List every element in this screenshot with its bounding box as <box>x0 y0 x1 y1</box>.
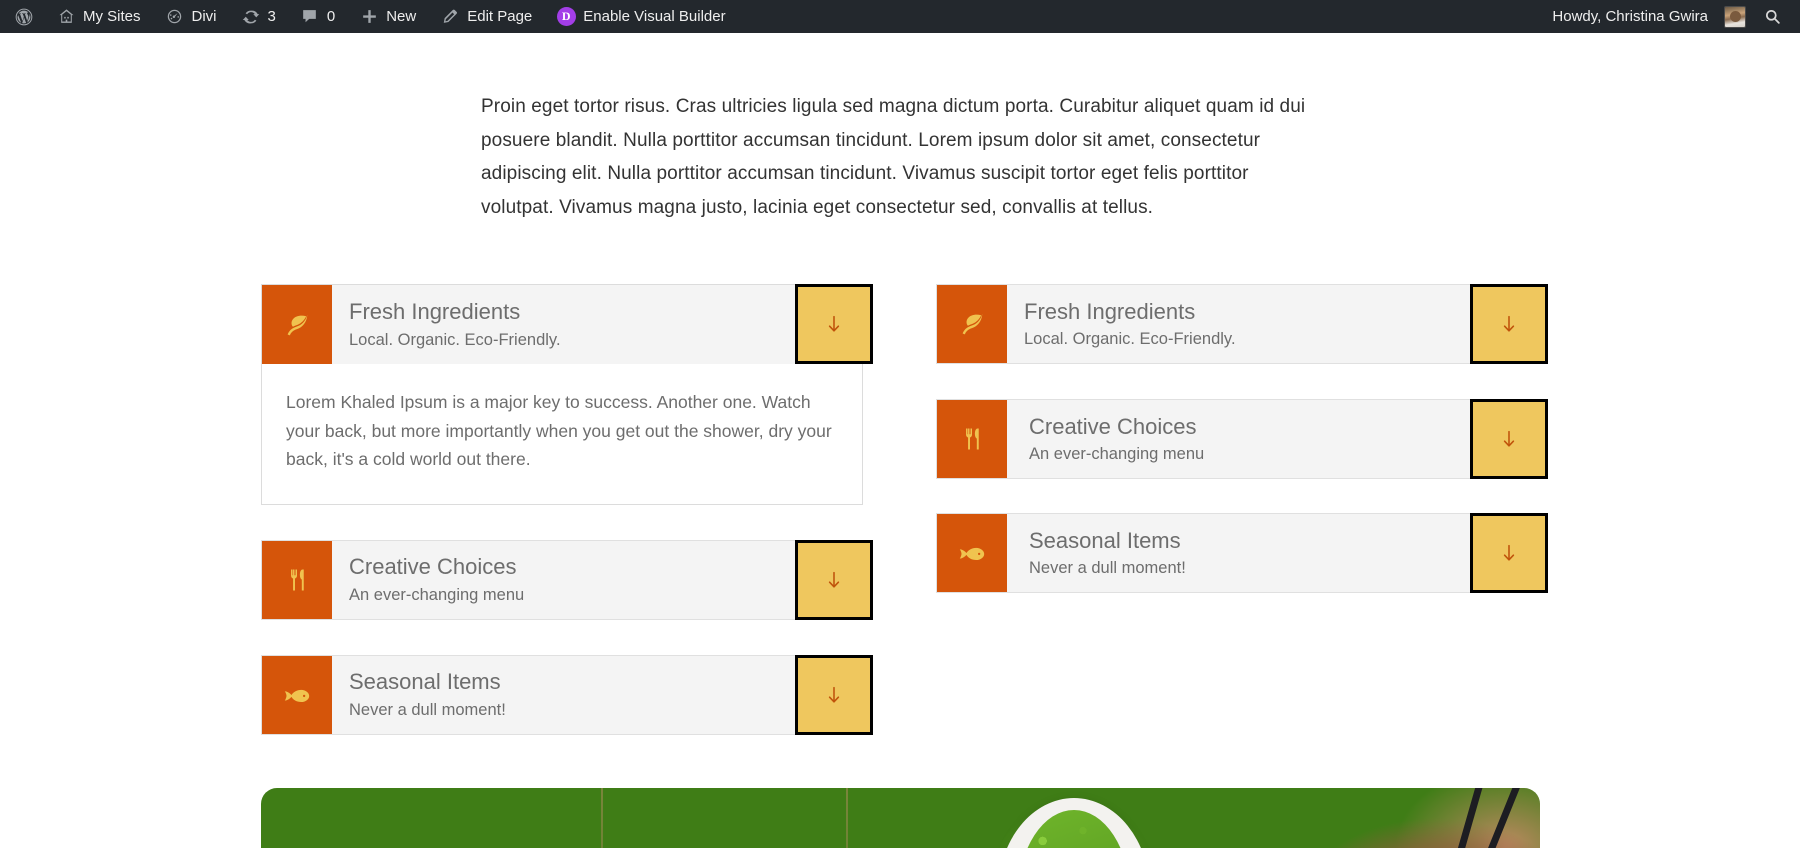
fork-knife-icon <box>262 540 332 619</box>
toggle-title: Seasonal Items <box>349 669 501 695</box>
updates-icon <box>241 7 261 27</box>
toggle-module-creative-choices-left: Creative Choices An ever-changing menu <box>261 539 873 620</box>
divi-d-badge-icon: D <box>556 7 576 27</box>
arrow-down-icon <box>823 684 845 706</box>
toggle-title: Creative Choices <box>349 554 517 580</box>
toggle-title-block: Creative Choices An ever-changing menu <box>1007 400 1537 478</box>
toggle-body-text: Lorem Khaled Ipsum is a major key to suc… <box>286 392 832 469</box>
toggle-title: Fresh Ingredients <box>1024 298 1196 324</box>
admin-bar-item-divi[interactable]: Divi <box>153 0 229 33</box>
plus-icon <box>359 7 379 27</box>
toggle-title: Creative Choices <box>1029 413 1197 439</box>
photo-detail-crack-left <box>601 788 603 848</box>
admin-bar-left-group: My Sites Divi 3 0 New Edit Page D Enable… <box>6 0 738 33</box>
admin-bar-item-comments[interactable]: 0 <box>288 0 347 33</box>
wordpress-logo-menu[interactable] <box>6 0 44 33</box>
admin-bar-updates-count: 3 <box>267 8 276 25</box>
admin-bar-label-edit-page: Edit Page <box>467 8 533 25</box>
intro-paragraph: Proin eget tortor risus. Cras ultricies … <box>481 96 1306 218</box>
wordpress-logo-icon <box>14 7 34 27</box>
toggle-title-block: Creative Choices An ever-changing menu <box>332 541 862 619</box>
divi-badge-letter: D <box>556 7 576 26</box>
toggle-subtitle: Never a dull moment! <box>349 700 506 719</box>
admin-bar-label-my-sites: My Sites <box>83 8 141 25</box>
toggle-module-seasonal-items-right: Seasonal Items Never a dull moment! <box>936 513 1548 593</box>
search-icon <box>1762 7 1782 27</box>
toggle-arrow-button[interactable] <box>1470 513 1548 593</box>
toggle-subtitle: An ever-changing menu <box>1029 445 1205 464</box>
arrow-down-icon <box>1498 313 1520 335</box>
pencil-icon <box>440 7 460 27</box>
leaf-icon <box>937 285 1007 363</box>
admin-bar-item-edit-page[interactable]: Edit Page <box>428 0 544 33</box>
toggle-title-block: Seasonal Items Never a dull moment! <box>332 656 862 734</box>
toggle-header[interactable]: Creative Choices An ever-changing menu <box>262 539 873 620</box>
admin-bar-my-account[interactable]: Howdy, Christina Gwira <box>1540 0 1752 33</box>
admin-bar-search-button[interactable] <box>1752 0 1796 33</box>
admin-bar-label-new: New <box>386 8 417 25</box>
sites-icon <box>56 7 76 27</box>
toggle-arrow-button[interactable] <box>795 284 873 364</box>
toggles-column-right: Fresh Ingredients Local. Organic. Eco-Fr… <box>936 284 1548 628</box>
toggle-title: Seasonal Items <box>1029 527 1181 553</box>
toggle-header[interactable]: Creative Choices An ever-changing menu <box>937 399 1548 479</box>
admin-bar-item-new[interactable]: New <box>347 0 428 33</box>
admin-bar-item-enable-visual-builder[interactable]: D Enable Visual Builder <box>544 0 737 33</box>
toggle-module-fresh-ingredients-left: Fresh Ingredients Local. Organic. Eco-Fr… <box>261 284 873 505</box>
arrow-down-icon <box>1498 542 1520 564</box>
toggle-header[interactable]: Seasonal Items Never a dull moment! <box>937 513 1548 593</box>
toggle-arrow-button[interactable] <box>1470 284 1548 364</box>
toggle-module-fresh-ingredients-right: Fresh Ingredients Local. Organic. Eco-Fr… <box>936 284 1548 364</box>
toggles-column-left: Fresh Ingredients Local. Organic. Eco-Fr… <box>261 284 873 770</box>
wp-admin-bar: My Sites Divi 3 0 New Edit Page D Enable… <box>0 0 1800 33</box>
toggle-title-block: Fresh Ingredients Local. Organic. Eco-Fr… <box>332 285 862 364</box>
photo-detail-crack-right <box>846 788 848 848</box>
food-preparation-photo <box>261 788 1540 848</box>
fish-icon <box>262 655 332 734</box>
arrow-down-icon <box>823 313 845 335</box>
fork-knife-icon <box>937 400 1007 478</box>
admin-bar-right-group: Howdy, Christina Gwira <box>1540 0 1800 33</box>
toggle-header[interactable]: Fresh Ingredients Local. Organic. Eco-Fr… <box>937 284 1548 364</box>
fish-icon <box>937 514 1007 592</box>
admin-bar-label-divi: Divi <box>191 8 217 25</box>
toggle-body: Lorem Khaled Ipsum is a major key to suc… <box>262 364 862 504</box>
toggle-subtitle: Never a dull moment! <box>1029 559 1186 578</box>
comment-bubble-icon <box>300 7 320 27</box>
admin-bar-comments-count: 0 <box>326 8 336 25</box>
toggle-module-creative-choices-right: Creative Choices An ever-changing menu <box>936 399 1548 479</box>
page-content: Proin eget tortor risus. Cras ultricies … <box>0 33 1800 848</box>
toggle-title-block: Seasonal Items Never a dull moment! <box>1007 514 1537 592</box>
admin-bar-label-enable-visual-builder: Enable Visual Builder <box>583 8 726 25</box>
arrow-down-icon <box>823 569 845 591</box>
toggle-title-block: Fresh Ingredients Local. Organic. Eco-Fr… <box>1007 285 1537 363</box>
toggle-arrow-button[interactable] <box>1470 399 1548 479</box>
toggle-module-seasonal-items-left: Seasonal Items Never a dull moment! <box>261 654 873 735</box>
dashboard-icon <box>165 7 185 27</box>
toggle-subtitle: An ever-changing menu <box>349 585 525 604</box>
toggle-title: Fresh Ingredients <box>349 299 521 325</box>
admin-bar-item-updates[interactable]: 3 <box>229 0 288 33</box>
admin-bar-howdy-label: Howdy, Christina Gwira <box>1552 8 1708 25</box>
toggle-arrow-button[interactable] <box>795 654 873 735</box>
avatar <box>1724 5 1746 28</box>
toggle-header[interactable]: Fresh Ingredients Local. Organic. Eco-Fr… <box>262 284 873 364</box>
arrow-down-icon <box>1498 428 1520 450</box>
admin-bar-item-my-sites[interactable]: My Sites <box>44 0 153 33</box>
toggle-subtitle: Local. Organic. Eco-Friendly. <box>349 330 561 349</box>
toggle-arrow-button[interactable] <box>795 539 873 620</box>
toggle-header[interactable]: Seasonal Items Never a dull moment! <box>262 654 873 735</box>
leaf-icon <box>262 285 332 364</box>
toggle-subtitle: Local. Organic. Eco-Friendly. <box>1024 330 1236 349</box>
